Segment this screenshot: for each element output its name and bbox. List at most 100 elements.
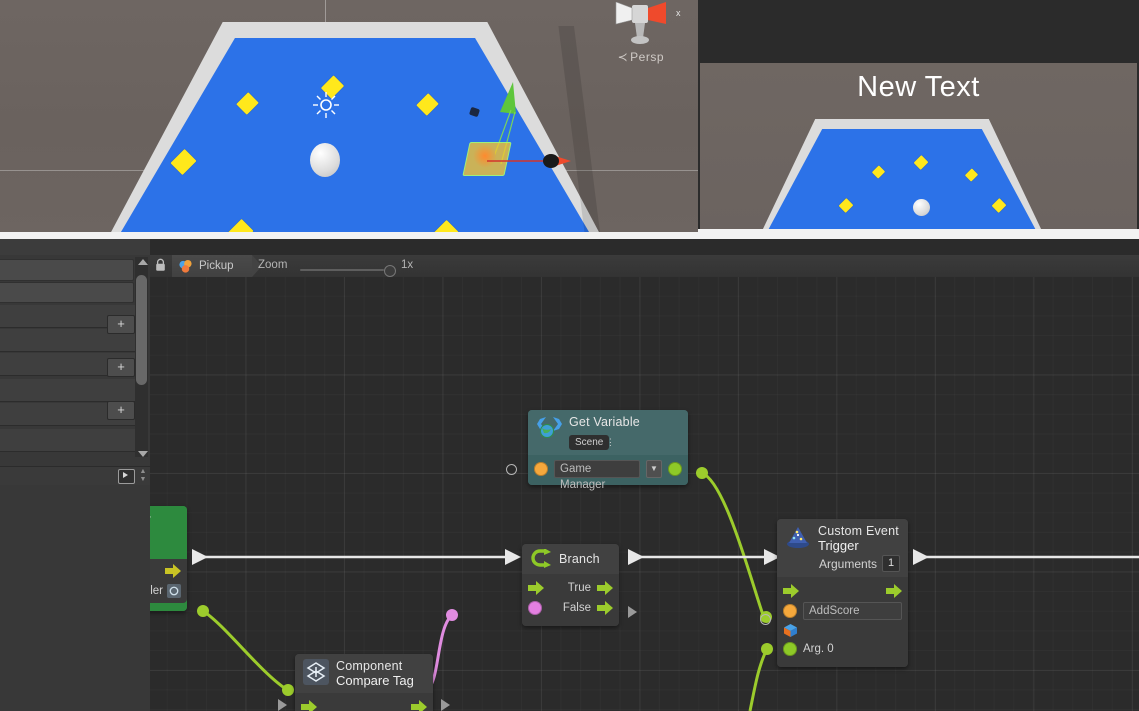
flow-out-arrow-icon[interactable] (165, 564, 181, 578)
port-row-handler[interactable]: ler (150, 581, 187, 601)
scene-view[interactable]: x ≺ Persp (0, 0, 698, 232)
node-title-line1: Custom Event (818, 524, 899, 538)
arguments-label: Arguments (818, 556, 877, 571)
panel-scrollbar-thumb[interactable] (136, 275, 147, 385)
node-header: er (150, 506, 187, 559)
breadcrumb[interactable]: Pickup (172, 255, 262, 277)
lock-icon[interactable] (155, 258, 166, 272)
node-body: ler (150, 559, 187, 603)
zoom-slider-knob[interactable] (384, 265, 396, 277)
node-branch[interactable]: Branch True False (522, 544, 637, 626)
add-button[interactable]: + (107, 358, 135, 377)
port-dot-output-green[interactable] (668, 462, 682, 476)
add-button[interactable]: + (107, 401, 135, 420)
node-title: Branch (559, 552, 600, 566)
variable-name-field[interactable]: Game Manager (554, 460, 640, 491)
flow-in-connector-hint-icon (278, 699, 287, 711)
breadcrumb-label: Pickup (199, 260, 234, 272)
port-dot-arg-green[interactable] (783, 642, 797, 656)
object-field-icon[interactable] (167, 584, 181, 598)
port-row-flow[interactable] (150, 561, 187, 581)
game-view-canvas: New Text (700, 63, 1137, 229)
chevron-down-icon[interactable]: ▼ (646, 460, 662, 478)
port-row-true[interactable]: True (522, 578, 619, 598)
node-title-fragment: er (150, 512, 151, 526)
flow-out-true-arrow-icon[interactable] (597, 581, 613, 595)
node-get-variable-top[interactable]: Get Variable Scene ⋮ Game Manager ▼ (506, 410, 688, 491)
persp-chevron-icon: ≺ (617, 50, 629, 64)
get-variable-scene-icon (537, 417, 562, 438)
panel-gap (0, 485, 150, 711)
inspector-row[interactable] (0, 379, 135, 402)
left-inspector-panels: + + + ▲▼ e App (0, 239, 150, 711)
scroll-up-arrow-icon[interactable] (138, 259, 148, 265)
node-title-block: Custom Event Trigger Arguments 1 (818, 524, 900, 572)
node-custom-event-trigger[interactable]: Custom Event Trigger Arguments 1 AddScor… (760, 519, 908, 667)
flow-in-arrow-icon[interactable] (301, 700, 317, 711)
inspector-row[interactable] (0, 429, 135, 452)
node-body: True False (522, 574, 619, 626)
flow-out-arrow-icon[interactable] (411, 700, 427, 711)
graph-window-topstrip (0, 239, 1139, 255)
port-label-true: True (567, 582, 591, 594)
port-label-false: False (562, 602, 591, 614)
zoom-value-label: 1x (401, 259, 414, 271)
node-body: Game Manager ▼ (528, 455, 688, 491)
bolt-graph-icon (179, 259, 192, 273)
node-event-green[interactable]: er ler (150, 506, 187, 611)
port-row-false[interactable]: False (522, 598, 619, 618)
flow-in-arrow-icon[interactable] (783, 584, 799, 598)
flow-in-arrow-icon[interactable] (528, 581, 544, 595)
port-row-flow[interactable] (777, 581, 908, 601)
node-header: Get Variable Scene ⋮ (528, 410, 688, 455)
port-dot-orange[interactable] (534, 462, 548, 476)
port-row-arg0[interactable]: Arg. 0 (777, 639, 908, 659)
node-header: Component Compare Tag (295, 654, 433, 693)
port-dot-orange[interactable] (783, 604, 797, 618)
light-gizmo-icon (313, 92, 339, 118)
player-ball (913, 199, 930, 216)
scroll-down-arrow-icon[interactable] (138, 451, 148, 457)
game-object-icon[interactable] (783, 623, 798, 638)
port-label-fragment: ler (150, 585, 163, 597)
inspector-field[interactable] (0, 259, 134, 281)
add-button[interactable]: + (107, 315, 135, 334)
flow-out-false-arrow-icon[interactable] (597, 601, 613, 615)
flow-out-connector-hint-icon (441, 699, 450, 711)
move-gizmo-x-axis-icon (487, 154, 571, 168)
game-view[interactable]: New Text (698, 0, 1139, 232)
visual-scripting-graph-window: ▲▼ Pickup Zoom 1x (0, 239, 1139, 711)
node-body: AddScore Arg. 0 (777, 577, 908, 667)
unity-component-icon (303, 659, 329, 685)
node-body (295, 693, 433, 711)
updown-stepper-icon[interactable]: ▲▼ (138, 468, 148, 484)
port-row-event-name[interactable]: AddScore (777, 601, 908, 621)
window-popout-icon[interactable] (118, 469, 135, 484)
flow-out-arrow-icon[interactable] (886, 584, 902, 598)
zoom-label: Zoom (258, 259, 288, 271)
inspector-field[interactable] (0, 282, 134, 303)
custom-event-icon (787, 527, 809, 548)
chevron-down-icon: ⋮ (605, 437, 615, 447)
flow-connector-hint-icon (628, 606, 637, 618)
branch-icon (531, 549, 551, 568)
port-row-flow[interactable] (295, 697, 433, 711)
arguments-value-field[interactable]: 1 (882, 555, 900, 572)
graph-canvas[interactable]: Get Variable Scene ⋮ Game Manager ▼ Bran… (150, 277, 1139, 711)
node-title-block: Get Variable Scene ⋮ (569, 415, 640, 450)
variable-kind-badge[interactable]: Scene (569, 435, 610, 450)
port-dot-condition-pink[interactable] (528, 601, 542, 615)
port-ring-input[interactable] (760, 614, 771, 625)
port-ring-input[interactable] (506, 464, 517, 475)
port-row-variable[interactable]: Game Manager ▼ (528, 459, 688, 491)
scene-projection-label[interactable]: ≺ Persp (618, 50, 664, 64)
event-name-field[interactable]: AddScore (803, 602, 902, 620)
port-row-target[interactable] (777, 621, 908, 639)
zoom-slider[interactable] (300, 269, 384, 271)
node-component-compare-tag[interactable]: Component Compare Tag (278, 654, 450, 711)
node-header: Branch (522, 544, 619, 574)
score-text-overlay: New Text (857, 71, 980, 103)
node-title-block: Component Compare Tag (336, 659, 414, 688)
unity-editor-window: x ≺ Persp New Text Pickup Zoom 1x Get Va… (0, 0, 1139, 711)
node-title-line2: Trigger (818, 538, 859, 553)
